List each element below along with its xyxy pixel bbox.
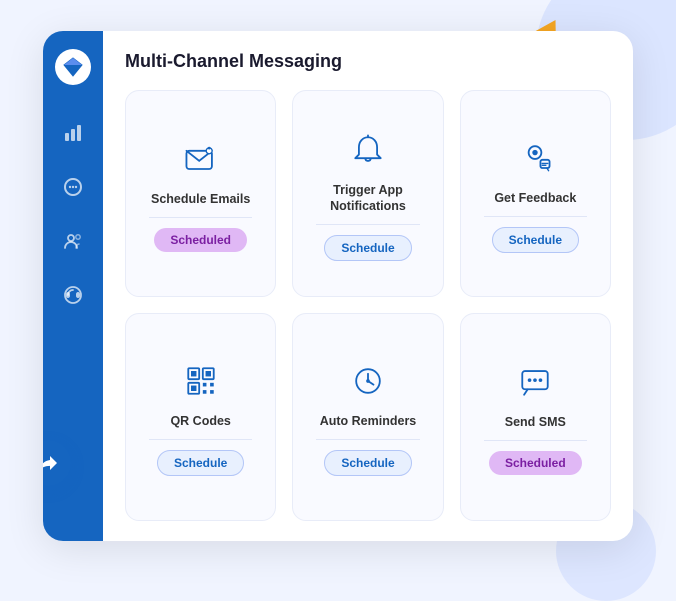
main-card: Multi-Channel Messaging Schedule Emails … (43, 31, 633, 541)
feedback-icon (515, 136, 555, 180)
sms-icon (515, 360, 555, 404)
cell-auto-reminders: Auto Reminders Schedule (292, 313, 443, 521)
qr-icon (181, 359, 221, 403)
divider (149, 217, 252, 218)
divider (484, 216, 587, 217)
cell-get-feedback: Get Feedback Schedule (460, 90, 611, 298)
get-feedback-badge[interactable]: Schedule (492, 227, 579, 253)
schedule-emails-badge[interactable]: Scheduled (154, 228, 247, 252)
auto-reminders-badge[interactable]: Schedule (324, 450, 411, 476)
divider (484, 440, 587, 441)
divider (149, 439, 252, 440)
sidebar-message-icon[interactable] (57, 171, 89, 203)
cell-qr-codes: QR Codes Schedule (125, 313, 276, 521)
feedback-label: Get Feedback (494, 190, 576, 206)
qr-label: QR Codes (170, 413, 230, 429)
sms-label: Send SMS (505, 414, 566, 430)
sidebar-logo (55, 49, 91, 85)
cell-send-sms: Send SMS Scheduled (460, 313, 611, 521)
send-sms-badge[interactable]: Scheduled (489, 451, 582, 475)
notification-icon (348, 128, 388, 172)
feature-grid: Schedule Emails Scheduled Trigger App No… (125, 90, 611, 521)
trigger-notifications-badge[interactable]: Schedule (324, 235, 411, 261)
diamond-icon (62, 56, 84, 78)
divider (316, 224, 419, 225)
email-icon (181, 137, 221, 181)
reminders-label: Auto Reminders (320, 413, 417, 429)
divider (316, 439, 419, 440)
reminder-icon (348, 359, 388, 403)
sidebar-chart-icon[interactable] (57, 117, 89, 149)
email-label: Schedule Emails (151, 191, 250, 207)
main-content: Multi-Channel Messaging Schedule Emails … (103, 31, 633, 541)
sidebar-users-icon[interactable] (57, 225, 89, 257)
page-title: Multi-Channel Messaging (125, 51, 611, 72)
sidebar-support-icon[interactable] (57, 279, 89, 311)
cell-trigger-notifications: Trigger App Notifications Schedule (292, 90, 443, 298)
qr-codes-badge[interactable]: Schedule (157, 450, 244, 476)
cell-schedule-emails: Schedule Emails Scheduled (125, 90, 276, 298)
notification-label: Trigger App Notifications (303, 182, 432, 215)
